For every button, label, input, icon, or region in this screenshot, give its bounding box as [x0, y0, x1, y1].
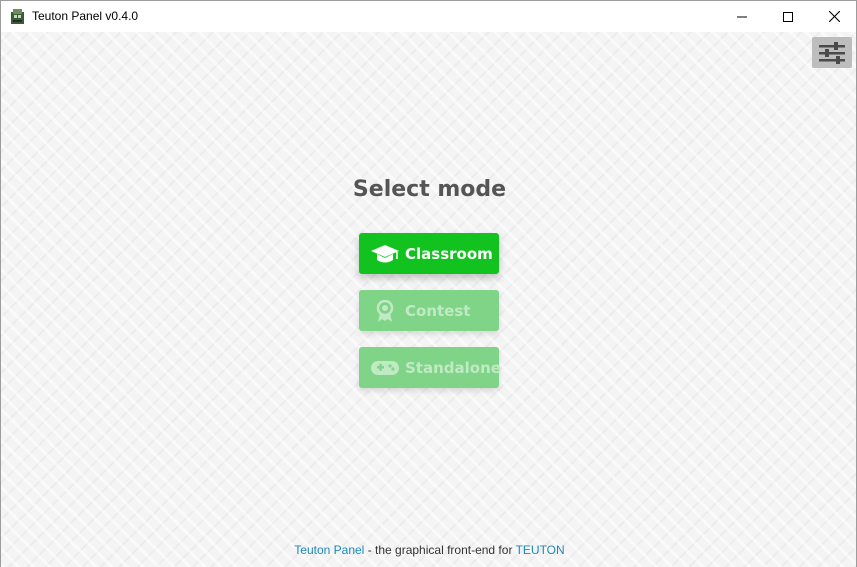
- maximize-button[interactable]: [765, 1, 811, 32]
- title-bar[interactable]: Teuton Panel v0.4.0: [1, 1, 856, 32]
- app-icon: [11, 9, 24, 24]
- sliders-icon: [819, 41, 845, 64]
- classroom-mode-label: Classroom: [405, 244, 493, 263]
- minimize-icon: [737, 16, 747, 17]
- close-button[interactable]: [811, 1, 857, 32]
- maximize-icon: [783, 11, 793, 22]
- window-title: Teuton Panel v0.4.0: [32, 9, 139, 23]
- gamepad-icon: [370, 357, 400, 379]
- settings-button[interactable]: [812, 37, 852, 68]
- teuton-panel-link[interactable]: Teuton Panel: [294, 543, 364, 557]
- footer: Teuton Panel - the graphical front-end f…: [1, 543, 856, 557]
- standalone-mode-button[interactable]: Standalone: [359, 347, 501, 388]
- footer-text: - the graphical front-end for: [364, 543, 516, 557]
- close-icon: [828, 11, 840, 22]
- page-title: Select mode: [352, 177, 507, 202]
- classroom-mode-button[interactable]: Classroom: [359, 233, 499, 274]
- contest-mode-label: Contest: [405, 301, 471, 320]
- app-window: Teuton Panel v0.4.0 Select mode Classroo…: [0, 0, 857, 567]
- contest-mode-button[interactable]: Contest: [359, 290, 499, 331]
- minimize-button[interactable]: [719, 1, 765, 32]
- award-ribbon-icon: [370, 299, 400, 322]
- teuton-link[interactable]: TEUTON: [516, 543, 565, 557]
- standalone-mode-label: Standalone: [405, 358, 501, 377]
- main-content: Select mode Classroom Contest Standalone…: [1, 32, 856, 567]
- graduation-cap-icon: [370, 243, 400, 265]
